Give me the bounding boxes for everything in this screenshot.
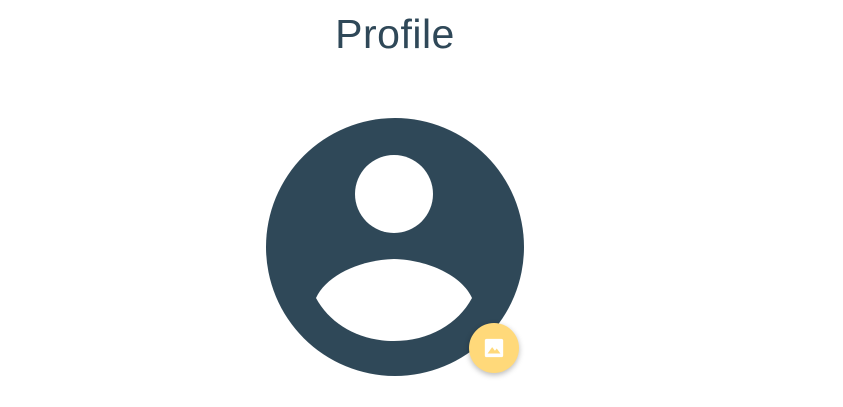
image-icon: [484, 338, 504, 358]
change-photo-button[interactable]: [469, 323, 519, 373]
page-title: Profile: [335, 11, 455, 57]
